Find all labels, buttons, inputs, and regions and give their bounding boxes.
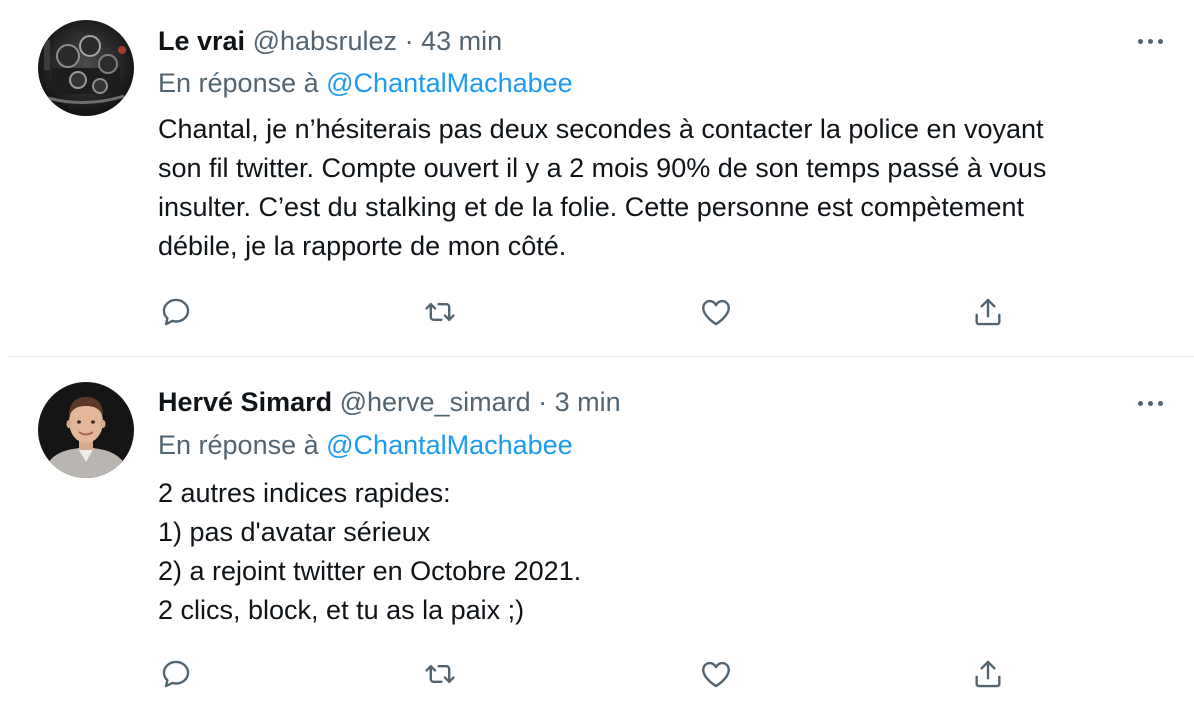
share-button[interactable] xyxy=(968,654,1008,694)
reply-prefix: En réponse à xyxy=(158,430,319,460)
reply-context: En réponse à @ChantalMachabee xyxy=(158,66,573,100)
reply-icon xyxy=(162,298,190,326)
tweet-header: Hervé Simard @herve_simard · 3 min xyxy=(158,385,621,419)
tweet-actions xyxy=(158,292,1018,332)
tweet-text: Chantal, je n’hésiterais pas deux second… xyxy=(158,110,1168,266)
more-icon[interactable] xyxy=(1132,31,1168,51)
tweet[interactable]: Hervé Simard @herve_simard · 3 min En ré… xyxy=(0,357,1194,710)
tweet-text-line: débile, je la rapporte de mon côté. xyxy=(158,231,567,261)
author-name[interactable]: Hervé Simard xyxy=(158,387,332,417)
timestamp[interactable]: 3 min xyxy=(555,387,621,417)
retweet-icon xyxy=(425,303,455,321)
timestamp[interactable]: 43 min xyxy=(421,26,502,56)
tweet-text-line: 2 clics, block, et tu as la paix ;) xyxy=(158,595,525,625)
tweet-text: 2 autres indices rapides: 1) pas d'avata… xyxy=(158,474,1168,630)
author-handle[interactable]: @herve_simard xyxy=(340,387,531,417)
separator-dot: · xyxy=(404,26,414,56)
like-button[interactable] xyxy=(696,654,736,694)
author-name[interactable]: Le vrai xyxy=(158,26,245,56)
tweet-text-line: son fil twitter. Compte ouvert il y a 2 … xyxy=(158,153,1047,183)
avatar[interactable] xyxy=(38,382,134,478)
more-icon[interactable] xyxy=(1132,393,1168,413)
author-handle[interactable]: @habsrulez xyxy=(253,26,397,56)
share-icon xyxy=(975,660,1001,688)
tweet-text-line: insulter. C’est du stalking et de la fol… xyxy=(158,192,1024,222)
tweet-text-line: Chantal, je n’hésiterais pas deux second… xyxy=(158,114,1044,144)
tweet-actions xyxy=(158,654,1018,694)
reply-icon xyxy=(162,660,190,688)
reply-mention-link[interactable]: @ChantalMachabee xyxy=(326,430,573,460)
retweet-button[interactable] xyxy=(420,654,460,694)
heart-icon xyxy=(702,661,730,688)
retweet-button[interactable] xyxy=(420,292,460,332)
tweet[interactable]: Le vrai @habsrulez · 43 min En réponse à… xyxy=(0,0,1194,356)
share-icon xyxy=(975,298,1001,326)
tweet-text-line: 2) a rejoint twitter en Octobre 2021. xyxy=(158,556,582,586)
reply-button[interactable] xyxy=(156,654,196,694)
tweet-header: Le vrai @habsrulez · 43 min xyxy=(158,24,502,58)
like-button[interactable] xyxy=(696,292,736,332)
avatar[interactable] xyxy=(38,20,134,116)
tweet-text-line: 2 autres indices rapides: xyxy=(158,478,451,508)
tweet-text-line: 1) pas d'avatar sérieux xyxy=(158,517,431,547)
share-button[interactable] xyxy=(968,292,1008,332)
reply-mention-link[interactable]: @ChantalMachabee xyxy=(326,68,573,98)
reply-prefix: En réponse à xyxy=(158,68,319,98)
separator-dot: · xyxy=(538,387,548,417)
heart-icon xyxy=(702,299,730,326)
retweet-icon xyxy=(425,665,455,683)
reply-button[interactable] xyxy=(156,292,196,332)
reply-context: En réponse à @ChantalMachabee xyxy=(158,428,573,462)
